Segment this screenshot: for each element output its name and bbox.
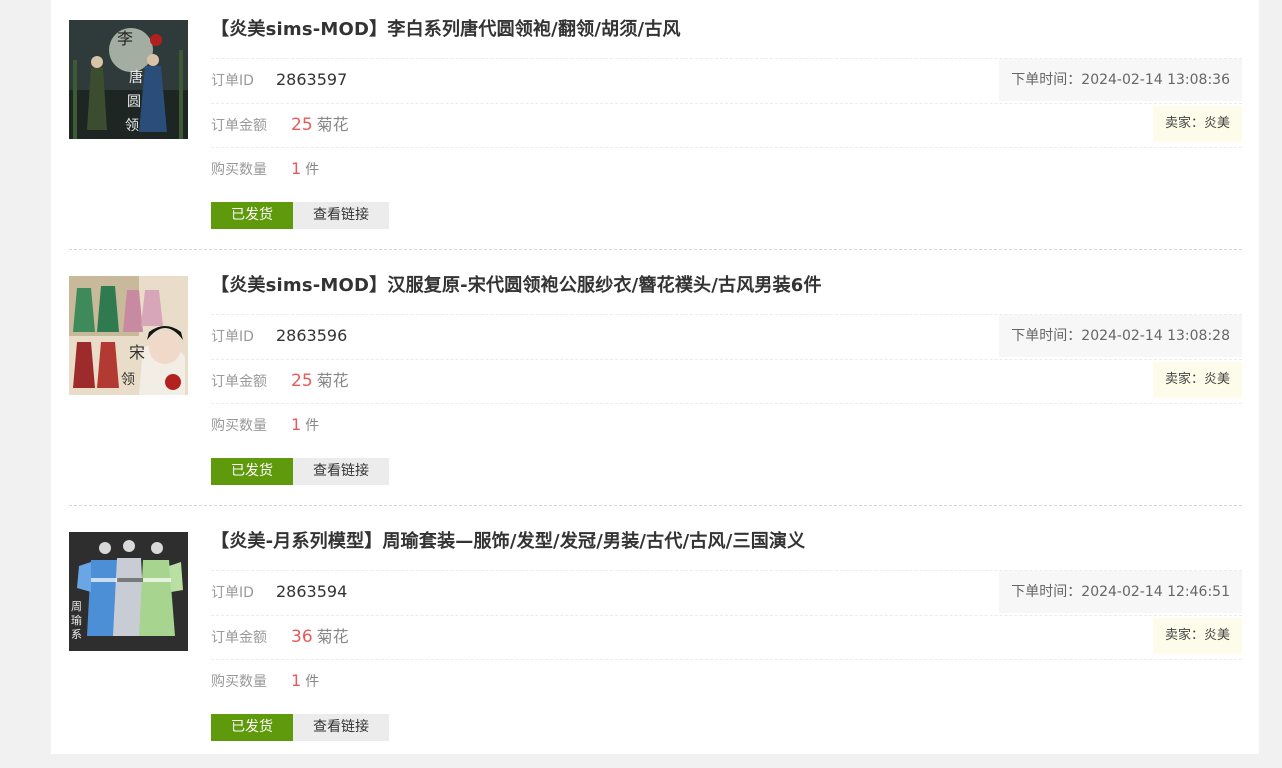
- order-actions: 已发货 查看链接: [211, 458, 389, 485]
- product-title[interactable]: 【炎美-月系列模型】周瑜套装—服饰/发型/发冠/男装/古代/古风/三国演义: [211, 530, 805, 554]
- zhouyu-costume-thumbnail: 周 瑜 系: [69, 532, 188, 651]
- song-round-collar-robe-thumbnail: 宋 领: [69, 276, 188, 395]
- order-time: 下单时间：2024-02-14 12:46:51: [999, 571, 1242, 613]
- svg-text:圆: 圆: [127, 94, 141, 110]
- order-time-value: 2024-02-14 13:08:36: [1081, 72, 1230, 88]
- currency-unit: 菊花: [316, 371, 349, 390]
- quantity-label: 购买数量: [211, 674, 267, 690]
- quantity-value: 1: [291, 159, 302, 178]
- seller-badge: 卖家：炎美: [1152, 106, 1242, 142]
- quantity-row: 购买数量 1 件: [211, 147, 1242, 190]
- quantity-row: 购买数量 1 件: [211, 403, 1242, 446]
- order-time: 下单时间：2024-02-14 13:08:28: [999, 315, 1242, 357]
- order-list-panel: 李 唐 圆 领 【炎美sims-MOD】李白系列唐代圆领袍/翻领/胡须/古风 订…: [51, 0, 1259, 754]
- order-id-value: 2863596: [276, 326, 348, 345]
- seller-label: 卖家：: [1164, 628, 1204, 643]
- svg-text:唐: 唐: [129, 69, 143, 86]
- quantity-row: 购买数量 1 件: [211, 659, 1242, 702]
- seller-name: 炎美: [1203, 628, 1230, 643]
- svg-text:系: 系: [71, 628, 82, 641]
- order-time-label: 下单时间：: [1011, 72, 1082, 88]
- order-time-label: 下单时间：: [1011, 328, 1082, 344]
- order-card: 李 唐 圆 领 【炎美sims-MOD】李白系列唐代圆领袍/翻领/胡须/古风 订…: [69, 0, 1242, 256]
- order-id-label: 订单ID: [211, 329, 254, 345]
- order-price: 25: [291, 371, 313, 391]
- order-card: 周 瑜 系 【炎美-月系列模型】周瑜套装—服饰/发型/发冠/男装/古代/古风/三…: [69, 512, 1242, 768]
- quantity-unit: 件: [305, 674, 320, 690]
- svg-text:周: 周: [71, 600, 82, 613]
- product-thumbnail[interactable]: 宋 领: [69, 276, 188, 395]
- quantity-label: 购买数量: [211, 162, 267, 178]
- product-thumbnail[interactable]: 李 唐 圆 领: [69, 20, 188, 139]
- order-amount-label: 订单金额: [211, 630, 267, 646]
- currency-unit: 菊花: [316, 115, 349, 134]
- view-link-button[interactable]: 查看链接: [293, 202, 389, 229]
- order-divider: [69, 249, 1242, 250]
- order-time-label: 下单时间：: [1011, 584, 1082, 600]
- order-id-row: 订单ID 2863597 下单时间：2024-02-14 13:08:36: [211, 58, 1242, 101]
- order-time-value: 2024-02-14 12:46:51: [1081, 584, 1230, 600]
- shipped-status-button[interactable]: 已发货: [211, 458, 293, 485]
- order-id-value: 2863594: [276, 582, 348, 601]
- seller-name: 炎美: [1203, 116, 1230, 131]
- order-actions: 已发货 查看链接: [211, 714, 389, 741]
- quantity-unit: 件: [305, 418, 320, 434]
- seller-name: 炎美: [1203, 372, 1230, 387]
- currency-unit: 菊花: [316, 627, 349, 646]
- order-amount-label: 订单金额: [211, 118, 267, 134]
- product-thumbnail[interactable]: 周 瑜 系: [69, 532, 188, 651]
- svg-text:李: 李: [117, 29, 133, 48]
- product-title[interactable]: 【炎美sims-MOD】李白系列唐代圆领袍/翻领/胡须/古风: [211, 18, 681, 42]
- order-price: 25: [291, 115, 313, 135]
- order-id-row: 订单ID 2863596 下单时间：2024-02-14 13:08:28: [211, 314, 1242, 357]
- order-amount-label: 订单金额: [211, 374, 267, 390]
- quantity-value: 1: [291, 415, 302, 434]
- libai-tang-robe-thumbnail: 李 唐 圆 领: [69, 20, 188, 139]
- order-price: 36: [291, 627, 313, 647]
- order-card: 宋 领 【炎美sims-MOD】汉服复原-宋代圆领袍公服纱衣/簪花襆头/古风男装…: [69, 256, 1242, 512]
- order-actions: 已发货 查看链接: [211, 202, 389, 229]
- view-link-button[interactable]: 查看链接: [293, 458, 389, 485]
- shipped-status-button[interactable]: 已发货: [211, 714, 293, 741]
- order-id-row: 订单ID 2863594 下单时间：2024-02-14 12:46:51: [211, 570, 1242, 613]
- order-id-label: 订单ID: [211, 73, 254, 89]
- order-id-value: 2863597: [276, 70, 348, 89]
- order-amount-row: 订单金额 25 菊花 卖家：炎美: [211, 359, 1242, 400]
- seller-label: 卖家：: [1164, 116, 1204, 131]
- order-divider: [69, 505, 1242, 506]
- svg-text:领: 领: [125, 118, 139, 134]
- seller-badge: 卖家：炎美: [1152, 362, 1242, 398]
- seller-label: 卖家：: [1164, 372, 1204, 387]
- seller-badge: 卖家：炎美: [1152, 618, 1242, 654]
- order-amount-row: 订单金额 36 菊花 卖家：炎美: [211, 615, 1242, 656]
- svg-text:领: 领: [121, 372, 135, 388]
- order-time-value: 2024-02-14 13:08:28: [1081, 328, 1230, 344]
- quantity-value: 1: [291, 671, 302, 690]
- order-time: 下单时间：2024-02-14 13:08:36: [999, 59, 1242, 101]
- product-title[interactable]: 【炎美sims-MOD】汉服复原-宋代圆领袍公服纱衣/簪花襆头/古风男装6件: [211, 274, 822, 298]
- shipped-status-button[interactable]: 已发货: [211, 202, 293, 229]
- order-amount-row: 订单金额 25 菊花 卖家：炎美: [211, 103, 1242, 144]
- svg-text:宋: 宋: [129, 343, 145, 362]
- quantity-label: 购买数量: [211, 418, 267, 434]
- order-id-label: 订单ID: [211, 585, 254, 601]
- quantity-unit: 件: [305, 162, 320, 178]
- view-link-button[interactable]: 查看链接: [293, 714, 389, 741]
- svg-text:瑜: 瑜: [71, 613, 82, 627]
